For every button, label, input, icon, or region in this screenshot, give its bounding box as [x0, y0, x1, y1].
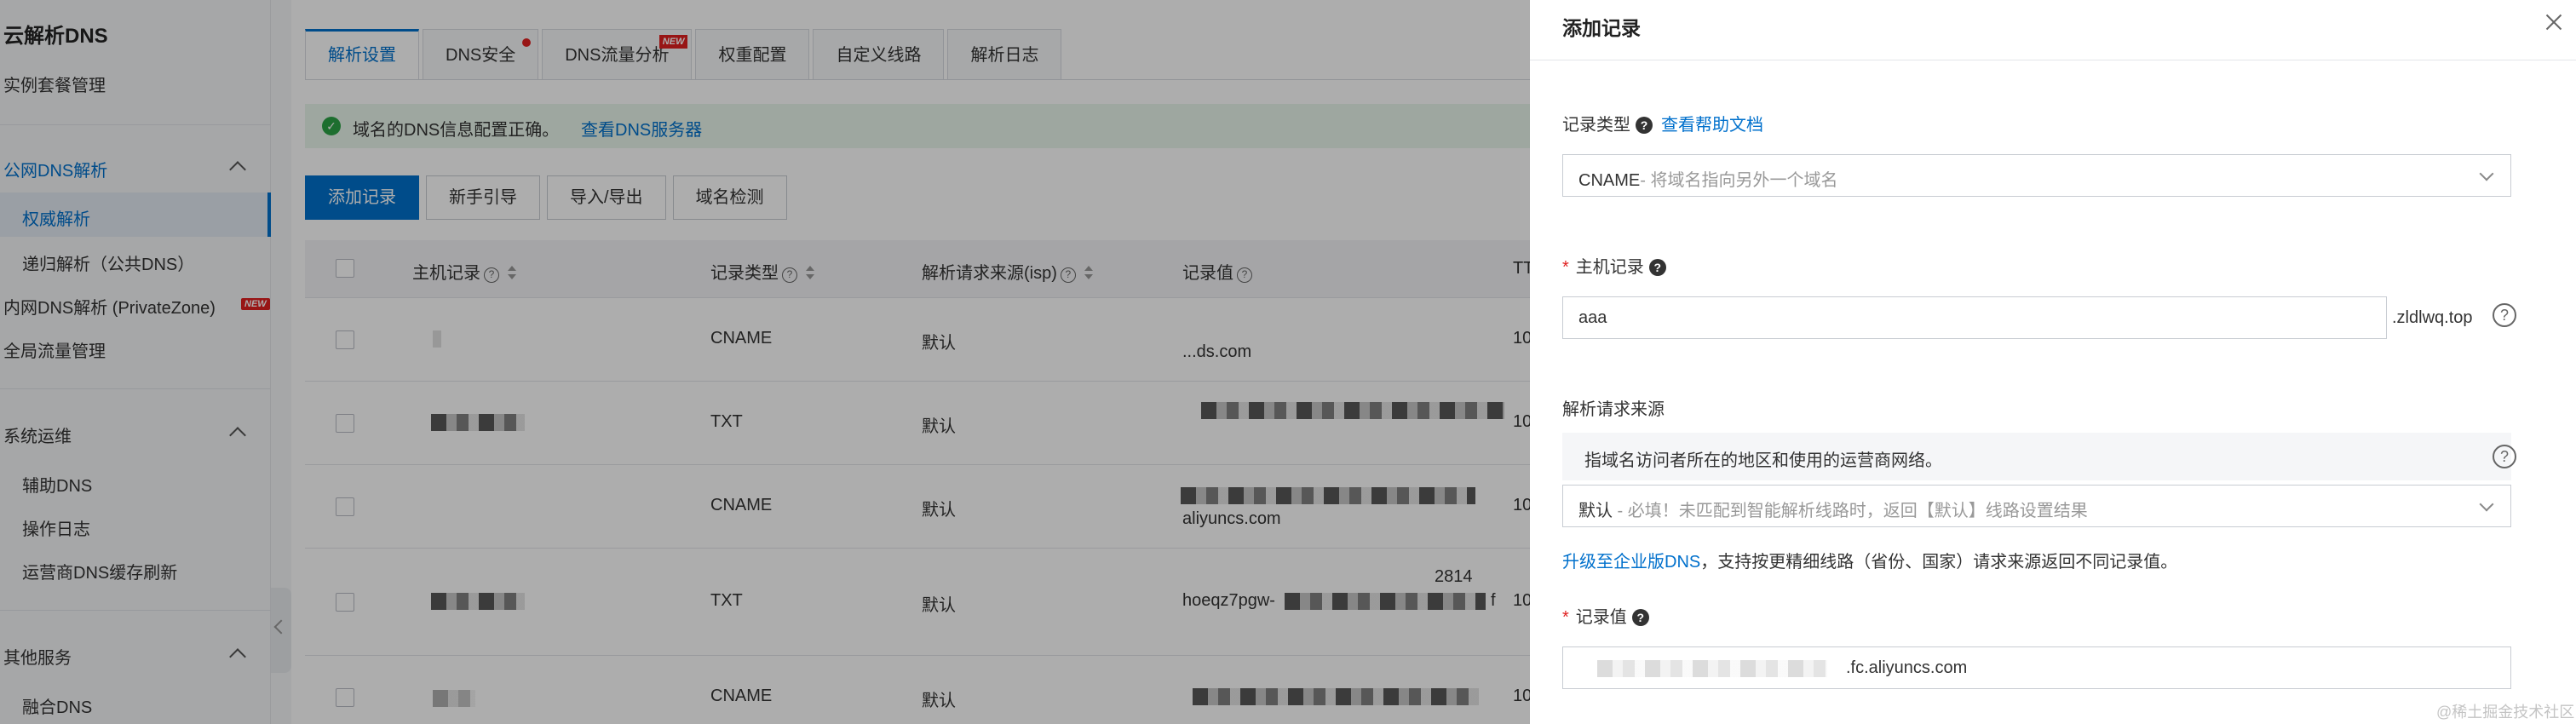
help-icon[interactable]: ?	[1631, 609, 1649, 626]
help-icon[interactable]: ?	[1636, 117, 1653, 134]
help-icon[interactable]: ?	[1648, 259, 1666, 276]
upgrade-note: 升级至企业版DNS，支持按更精细线路（省份、国家）请求来源返回不同记录值。	[1562, 548, 2177, 572]
modal-backdrop[interactable]	[0, 0, 1530, 724]
source-value: 默认 - 必填！未匹配到智能解析线路时，返回【默认】线路设置结果	[1578, 497, 2088, 521]
record-value-input[interactable]: .fc.aliyuncs.com	[1562, 646, 2511, 689]
source-selected: 默认	[1578, 502, 1613, 520]
value-label-text: 记录值	[1575, 608, 1627, 627]
host-record-label: * 主机记录?	[1562, 253, 1666, 278]
required-mark: *	[1562, 608, 1569, 627]
question-circle-icon[interactable]: ?	[2493, 445, 2516, 468]
source-hint: - 必填！未匹配到智能解析线路时，返回【默认】线路设置结果	[1613, 502, 2088, 520]
host-record-input[interactable]: aaa	[1562, 296, 2387, 339]
redacted-value	[1597, 660, 1827, 677]
help-doc-link[interactable]: 查看帮助文档	[1661, 116, 1763, 135]
domain-suffix: .zldlwq.top	[2392, 308, 2473, 327]
upgrade-text: ，支持按更精细线路（省份、国家）请求来源返回不同记录值。	[1700, 553, 2178, 572]
watermark: @稀土掘金技术社区	[2436, 704, 2575, 721]
record-value-text: .fc.aliyuncs.com	[1846, 658, 1968, 677]
source-info-text: 指域名访问者所在的地区和使用的运营商网络。	[1584, 451, 1942, 470]
record-type-label: 记录类型? 查看帮助文档	[1562, 111, 1763, 135]
source-label: 解析请求来源	[1562, 400, 1665, 419]
add-record-drawer: 添加记录 记录类型? 查看帮助文档 CNAME- 将域名指向另外一个域名 * 主机记…	[1530, 0, 2576, 724]
source-info-box: 指域名访问者所在的地区和使用的运营商网络。	[1562, 433, 2511, 480]
host-record-value: aaa	[1578, 308, 1607, 327]
upgrade-link[interactable]: 升级至企业版DNS	[1562, 553, 1700, 572]
required-mark: *	[1562, 258, 1569, 277]
record-type-value: CNAME- 将域名指向另外一个域名	[1578, 166, 1837, 191]
question-circle-icon[interactable]: ?	[2493, 303, 2516, 327]
record-type-select[interactable]: CNAME- 将域名指向另外一个域名	[1562, 154, 2511, 197]
chevron-down-icon	[2479, 166, 2494, 181]
close-icon[interactable]	[2544, 12, 2564, 32]
source-select[interactable]: 默认 - 必填！未匹配到智能解析线路时，返回【默认】线路设置结果	[1562, 485, 2511, 527]
record-type-selected: CNAME	[1578, 171, 1641, 190]
record-value-label: * 记录值?	[1562, 603, 1649, 628]
host-label-text: 主机记录	[1575, 258, 1644, 277]
record-type-hint: - 将域名指向另外一个域名	[1640, 171, 1838, 190]
drawer-title: 添加记录	[1562, 17, 1641, 39]
chevron-down-icon	[2479, 497, 2494, 512]
record-type-label-text: 记录类型	[1562, 116, 1630, 135]
